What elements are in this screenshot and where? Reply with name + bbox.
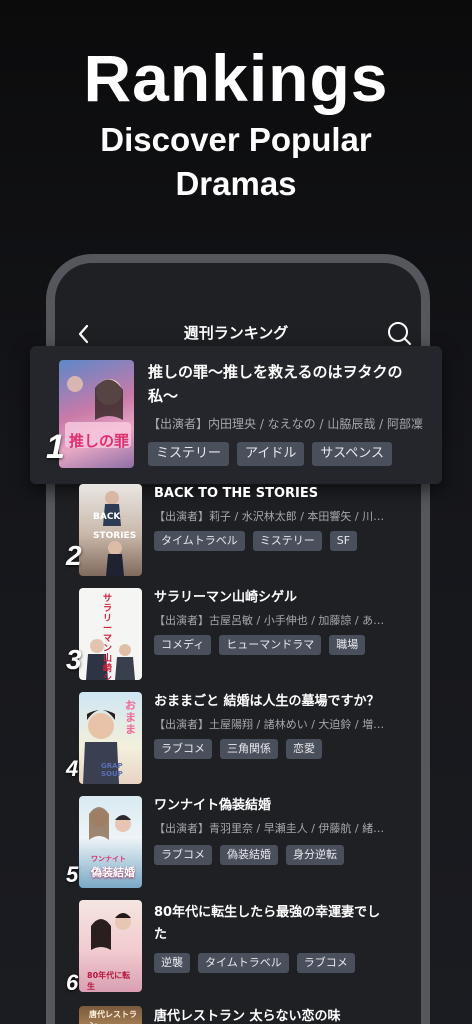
page-title: 週刊ランキング: [183, 324, 289, 342]
hero-title: Rankings: [83, 41, 389, 115]
poster-image: サラリーマン山崎シゲル: [79, 588, 142, 680]
poster-title-text: 推しの罪: [69, 432, 130, 450]
tag[interactable]: SF: [329, 531, 358, 551]
poster-image: おまま GRAP SOUP: [79, 692, 142, 784]
rank-number: 4: [66, 756, 79, 781]
poster-title-text: サラリーマン山崎シゲル: [103, 594, 113, 680]
tag-list: 逆襲 タイムトラベル ラブコメ: [154, 953, 355, 973]
search-icon[interactable]: [386, 320, 412, 346]
tag-list: コメディ ヒューマンドラマ 職場: [154, 635, 366, 655]
poster-title-line1: BACK: [93, 512, 121, 522]
cast-list: 【出演者】土屋陽翔 / 諸林めい / 大迫鈴 / 増留優…: [154, 718, 394, 731]
tag[interactable]: コメディ: [154, 635, 212, 655]
chevron-left-icon[interactable]: [74, 320, 94, 348]
poster-title-text: BACK STORIES: [93, 512, 136, 542]
tag[interactable]: 逆襲: [154, 953, 190, 973]
item-title: おままごと 結婚は人生の墓場ですか？: [154, 694, 380, 709]
hero-subtitle: Discover Popular Dramas: [0, 118, 472, 206]
rank-number: 3: [66, 644, 82, 675]
rank-number: 2: [66, 540, 82, 571]
rank-number: 1: [46, 428, 65, 466]
tag[interactable]: ミステリー: [148, 442, 230, 466]
hero-subtitle-line2: Dramas: [175, 165, 297, 202]
item-title: 唐代レストラン 太らない恋の味: [154, 1009, 341, 1024]
poster-title-text: おまま: [125, 699, 136, 736]
item-title-line2: た: [154, 927, 168, 942]
rank-number: 5: [66, 862, 79, 887]
cast-list: 【出演者】内田理央 / なえなの / 山脇辰哉 / 阿部凜: [148, 417, 424, 431]
tag-list: ラブコメ 偽装結婚 身分逆転: [154, 845, 344, 865]
item-title: サラリーマン山崎シゲル: [154, 590, 298, 605]
tag[interactable]: ラブコメ: [154, 739, 212, 759]
tag[interactable]: 三角関係: [220, 739, 278, 759]
tag[interactable]: 身分逆転: [286, 845, 344, 865]
hero-subtitle-line1: Discover Popular: [100, 121, 372, 158]
poster-title-line2: STORIES: [93, 531, 137, 541]
tag[interactable]: 偽装結婚: [220, 845, 278, 865]
item-title-line1: 推しの罪〜推しを救えるのはヲタクの: [148, 363, 403, 381]
poster-title-text: 唐代レストラン: [89, 1010, 137, 1024]
item-title: BACK TO THE STORIES: [154, 486, 319, 501]
item-title-line1: 80年代に転生したら最強の幸運妻でし: [154, 905, 381, 920]
poster-title-text: 80年代に転生: [87, 971, 131, 991]
poster-image: BACK STORIES: [79, 484, 142, 576]
tag[interactable]: ヒューマンドラマ: [219, 635, 322, 655]
cast-list: 【出演者】古屋呂敏 / 小手伸也 / 加藤諒 / あぁ〜…: [154, 614, 394, 627]
tag[interactable]: 職場: [329, 635, 366, 655]
tag-list: ミステリー アイドル サスペンス: [148, 442, 392, 466]
cast-list: 【出演者】青羽里奈 / 早瀬圭人 / 伊藤航 / 緒方あ…: [154, 822, 394, 835]
tag-list: ラブコメ 三角関係 恋愛: [154, 739, 322, 759]
rank-number: 6: [66, 970, 79, 995]
poster-image: 推しの罪: [59, 360, 134, 468]
tag-list: タイムトラベル ミステリー SF: [154, 531, 358, 551]
poster-subtitle-text: GRAP SOUP: [101, 762, 123, 778]
poster-image: ワンナイト 偽装結婚: [79, 796, 142, 888]
poster-art: [65, 376, 131, 448]
tag[interactable]: ミステリー: [252, 531, 322, 551]
ranking-item-1[interactable]: 推しの罪 1 推しの罪〜推しを救えるのはヲタクの 私〜 【出演者】内田理央 / …: [30, 346, 442, 484]
tag[interactable]: アイドル: [237, 442, 305, 466]
poster-title-text: 偽装結婚: [91, 866, 135, 879]
item-title-line2: 私〜: [148, 387, 179, 405]
tag[interactable]: サスペンス: [312, 442, 392, 466]
poster-subtitle-text: ワンナイト: [91, 855, 126, 863]
tag[interactable]: ラブコメ: [154, 845, 212, 865]
poster-image: 唐代レストラン: [79, 1006, 142, 1024]
tag[interactable]: タイムトラベル: [154, 531, 245, 551]
tag[interactable]: タイムトラベル: [198, 953, 289, 973]
cast-list: 【出演者】莉子 / 水沢林太郎 / 本田響矢 / 川口ゆ…: [154, 510, 394, 523]
tag[interactable]: 恋愛: [286, 739, 322, 759]
item-title: ワンナイト偽装結婚: [154, 798, 272, 813]
poster-image: 80年代に転生: [79, 900, 142, 992]
item-title: 推しの罪〜推しを救えるのはヲタクの 私〜: [148, 360, 436, 408]
tag[interactable]: ラブコメ: [296, 953, 355, 973]
item-title: 80年代に転生したら最強の幸運妻でし た: [154, 902, 416, 946]
